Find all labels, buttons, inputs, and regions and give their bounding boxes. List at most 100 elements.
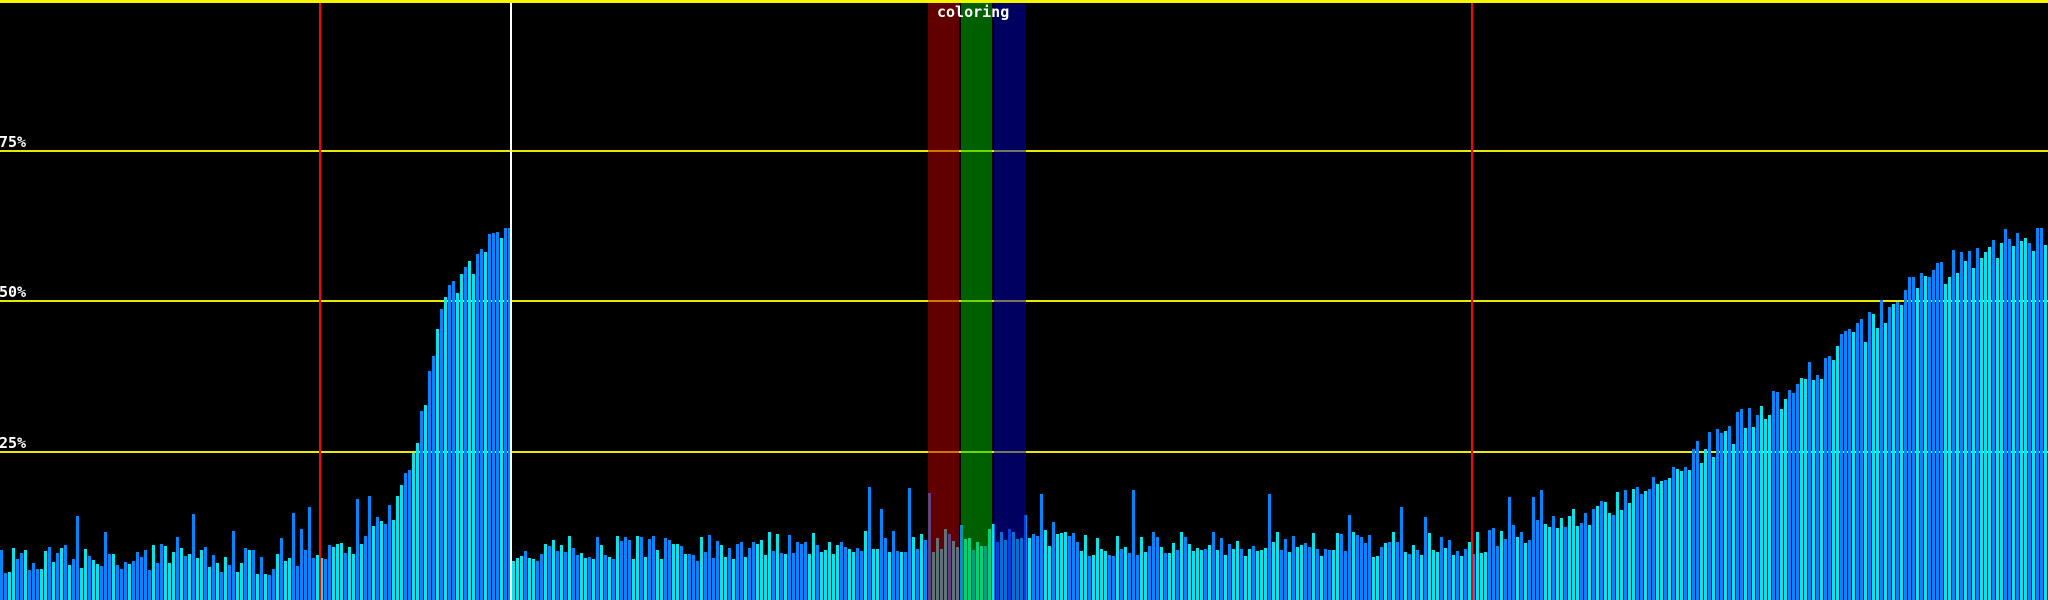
bar bbox=[1268, 494, 1271, 600]
bar bbox=[1724, 431, 1727, 600]
bar bbox=[864, 531, 867, 600]
bar bbox=[308, 507, 311, 600]
bar bbox=[1136, 555, 1139, 600]
bar bbox=[1116, 536, 1119, 600]
bar bbox=[1252, 546, 1255, 600]
bar bbox=[1244, 556, 1247, 600]
bar bbox=[1444, 548, 1447, 600]
bar bbox=[736, 544, 739, 600]
bar bbox=[1832, 360, 1835, 600]
bar bbox=[756, 544, 759, 600]
bar bbox=[1388, 542, 1391, 600]
bar bbox=[1696, 441, 1699, 600]
bar bbox=[1876, 328, 1879, 600]
histogram-chart: 75% 50% 25% coloring bbox=[0, 0, 2048, 600]
bar bbox=[332, 547, 335, 600]
bar bbox=[1920, 273, 1923, 600]
bar bbox=[1908, 277, 1911, 600]
bar bbox=[672, 544, 675, 600]
bar bbox=[276, 554, 279, 600]
bar bbox=[172, 552, 175, 600]
bar bbox=[572, 548, 575, 600]
bar bbox=[1796, 384, 1799, 600]
bar bbox=[268, 575, 271, 600]
bar bbox=[264, 574, 267, 600]
bar bbox=[416, 443, 419, 600]
bar bbox=[1392, 532, 1395, 600]
bar bbox=[1728, 426, 1731, 600]
bar bbox=[1648, 489, 1651, 600]
bar bbox=[1816, 375, 1819, 600]
bar bbox=[440, 309, 443, 600]
bar bbox=[1656, 484, 1659, 600]
band-green bbox=[961, 3, 992, 600]
bar bbox=[1224, 555, 1227, 600]
bar bbox=[1208, 545, 1211, 600]
bar bbox=[300, 529, 303, 600]
bar bbox=[1736, 412, 1739, 600]
bar bbox=[328, 545, 331, 600]
bar bbox=[608, 557, 611, 600]
bar bbox=[376, 517, 379, 600]
bar bbox=[1456, 551, 1459, 600]
bar bbox=[1840, 334, 1843, 600]
bar bbox=[1872, 314, 1875, 600]
bar bbox=[1156, 537, 1159, 600]
bar bbox=[1860, 319, 1863, 600]
bar bbox=[252, 550, 255, 600]
bar bbox=[372, 526, 375, 600]
bar bbox=[692, 555, 695, 600]
bar bbox=[680, 546, 683, 600]
bar bbox=[1416, 550, 1419, 600]
bar bbox=[380, 521, 383, 600]
bar bbox=[904, 552, 907, 600]
bar bbox=[1344, 551, 1347, 600]
bar bbox=[1492, 528, 1495, 600]
bar bbox=[592, 559, 595, 600]
bar bbox=[1904, 290, 1907, 600]
bar bbox=[128, 564, 131, 600]
bar bbox=[644, 557, 647, 600]
bar bbox=[1064, 532, 1067, 600]
bar bbox=[2004, 229, 2007, 600]
bar bbox=[312, 558, 315, 600]
bar bbox=[1744, 428, 1747, 600]
bar bbox=[576, 555, 579, 600]
bar bbox=[1544, 524, 1547, 600]
bar bbox=[20, 553, 23, 600]
bar bbox=[1032, 534, 1035, 600]
bar bbox=[808, 554, 811, 600]
bar bbox=[1964, 261, 1967, 600]
bar bbox=[1312, 533, 1315, 600]
bar bbox=[684, 554, 687, 600]
bar bbox=[2028, 243, 2031, 600]
coloring-label: coloring bbox=[937, 3, 1010, 21]
bar bbox=[1396, 542, 1399, 600]
bar bbox=[1184, 537, 1187, 600]
bar bbox=[884, 538, 887, 600]
bar bbox=[1992, 240, 1995, 600]
bar bbox=[112, 554, 115, 600]
bar bbox=[568, 536, 571, 600]
bar bbox=[720, 545, 723, 600]
bar bbox=[52, 562, 55, 600]
bar bbox=[352, 554, 355, 600]
bar bbox=[96, 564, 99, 600]
bar bbox=[2000, 243, 2003, 600]
bar bbox=[740, 542, 743, 600]
bar bbox=[536, 561, 539, 600]
bar bbox=[1336, 533, 1339, 600]
bar bbox=[1228, 544, 1231, 600]
bar bbox=[872, 549, 875, 600]
bar bbox=[920, 534, 923, 600]
bar bbox=[272, 569, 275, 600]
bar bbox=[792, 553, 795, 600]
bar bbox=[840, 542, 843, 600]
bar bbox=[1432, 550, 1435, 600]
bar bbox=[1200, 550, 1203, 600]
tick-label-75: 75% bbox=[0, 133, 27, 151]
bar bbox=[860, 551, 863, 600]
tick-label-25: 25% bbox=[0, 434, 27, 452]
top-border-line bbox=[0, 0, 2048, 3]
bar bbox=[772, 551, 775, 600]
